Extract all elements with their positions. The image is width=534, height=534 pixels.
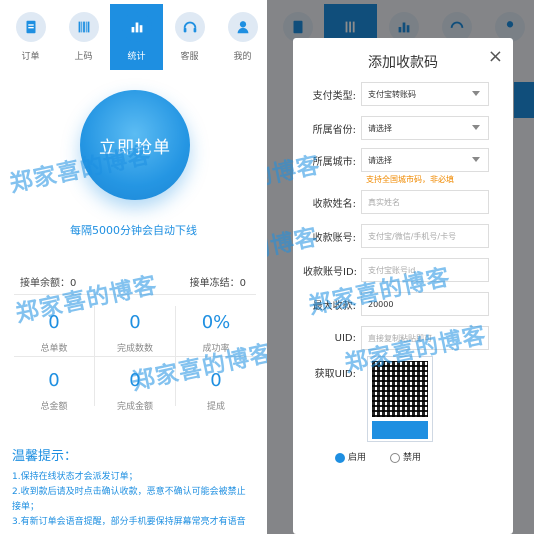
account-row: 收款账号: 支付宝/微信/手机号/卡号 [303,224,513,248]
tab-label: 统计 [127,52,146,62]
payment-type-row: 支付类型: 支付宝转账码 [303,82,513,106]
tab-statistics[interactable]: 统计 [110,4,163,70]
radio-enable[interactable]: 启用 [335,450,366,463]
headset-icon [174,12,205,42]
tab-label: 我的 [233,52,252,62]
tip-line: 1.保持在线状态才会派发订单； [12,472,138,482]
tab-upload-code[interactable]: 上码 [57,4,110,70]
payment-type-select[interactable]: 支付宝转账码 [361,82,489,106]
document-icon [15,12,46,42]
status-radio-group: 启用 禁用 [335,450,421,463]
order-frozen: 接单冻结：0 [189,278,246,289]
tab-orders[interactable]: 订单 [4,4,57,70]
city-hint: 支持全国城市码，非必填 [366,175,454,184]
tip-line: 2.收到款后请及时点击确认收款，恶意不确认可能会被禁止 [12,487,246,497]
qr-code-footer [372,421,428,439]
tips-title: 温馨提示： [12,449,78,464]
stat-completed-orders: 0 完成数数 [116,312,153,354]
auto-offline-notice: 每隔5000分钟会自动下线 [70,224,197,237]
bar-chart-icon [121,12,152,42]
payee-name-row: 收款姓名: 真实姓名 [303,190,513,214]
city-row: 所属城市: 请选择 [303,148,513,172]
tab-customer-service[interactable]: 客服 [163,4,216,70]
tip-line: 3.有新订单会语音提醒，部分手机要保持屏幕常亮才有语音 [12,517,246,527]
tab-bar: 订单 上码 统计 客服 我的 [4,4,267,70]
tab-label: 上码 [74,52,93,62]
chevron-down-icon [472,125,480,130]
add-code-page: 添加收款码 × 支付类型: 支付宝转账码 所属省份: 请选择 所属城市: 请选择… [267,0,534,534]
province-select[interactable]: 请选择 [361,116,489,140]
city-select[interactable]: 请选择 [361,148,489,172]
chevron-down-icon [472,157,480,162]
tab-label: 订单 [21,52,40,62]
barcode-icon [68,12,99,42]
main-page: 订单 上码 统计 客服 我的 立即抢单 每隔5000分钟会自动下线 接单余额：0… [0,0,267,534]
stat-total-amount: 0 总金额 [40,370,68,412]
user-icon [227,12,258,42]
tab-mine[interactable]: 我的 [216,4,267,70]
tips-section: 温馨提示： 1.保持在线状态才会派发订单； 2.收到款后请及时点击确认收款，恶意… [12,445,257,530]
payee-name-input[interactable]: 真实姓名 [361,190,489,214]
account-input[interactable]: 支付宝/微信/手机号/卡号 [361,224,489,248]
close-icon[interactable]: × [488,46,503,67]
chevron-down-icon [472,91,480,96]
tip-line: 接单； [12,502,40,512]
radio-disable[interactable]: 禁用 [390,450,421,463]
modal-title: 添加收款码 [368,55,438,71]
tab-label: 客服 [180,52,199,62]
province-row: 所属省份: 请选择 [303,116,513,140]
